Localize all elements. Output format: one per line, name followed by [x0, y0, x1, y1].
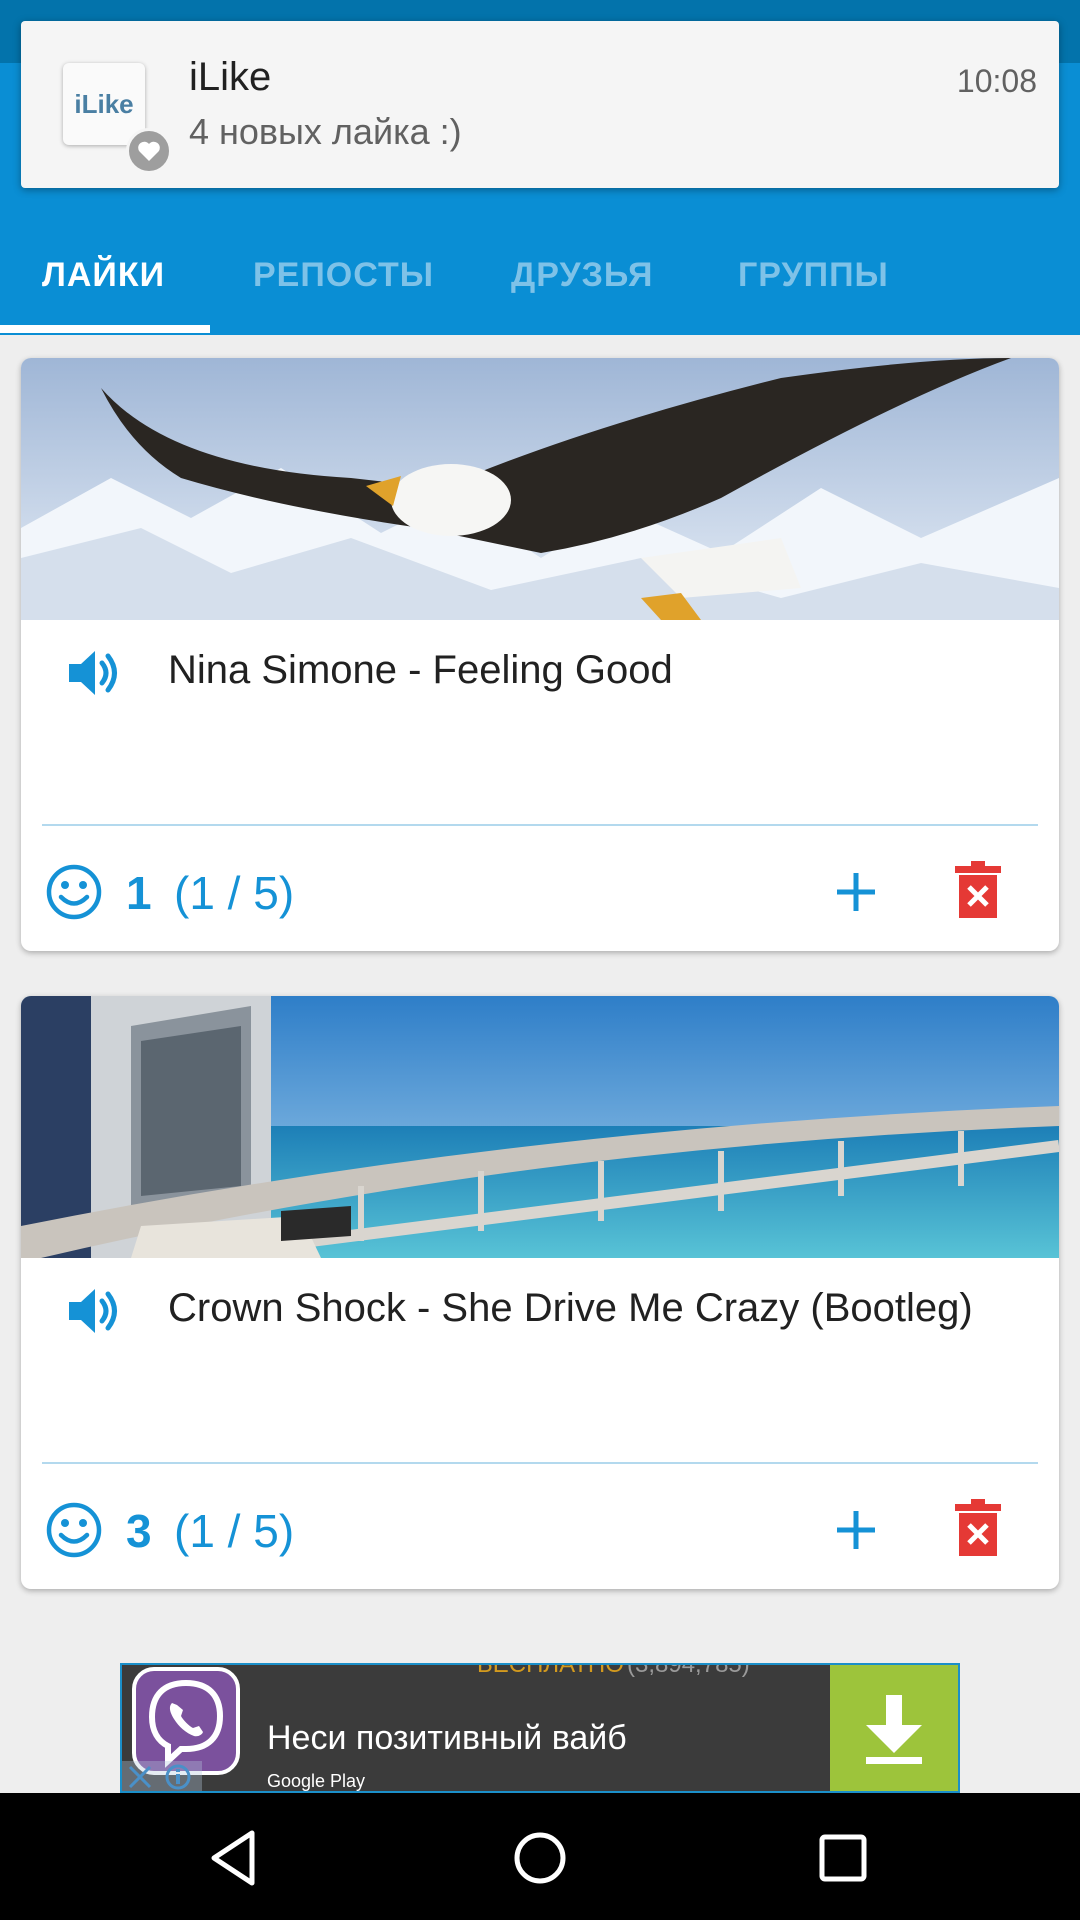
heart-icon [126, 128, 172, 174]
ad-partial-count: (3,894,785) [627, 1663, 750, 1678]
like-count: 3 [126, 1505, 152, 1557]
tab-groups[interactable]: ГРУППЫ [738, 225, 889, 335]
track-card: Nina Simone - Feeling Good 1 (1 / 5) [21, 358, 1059, 951]
delete-button[interactable] [953, 860, 1003, 920]
like-count: 1 [126, 867, 152, 919]
ad-banner[interactable]: БЕСПЛАТНО (3,894,785) Неси позитивный ва… [120, 1663, 960, 1793]
back-icon[interactable] [200, 1823, 270, 1893]
home-icon[interactable] [505, 1823, 575, 1893]
smile-icon [46, 864, 102, 920]
like-ratio: (1 / 5) [174, 867, 295, 919]
card-image-eagle [21, 358, 1059, 620]
recents-icon[interactable] [808, 1823, 878, 1893]
smile-icon [46, 1502, 102, 1558]
card-image-balcony [21, 996, 1059, 1258]
download-button[interactable] [830, 1665, 958, 1791]
delete-button[interactable] [953, 1498, 1003, 1558]
track-title: Nina Simone - Feeling Good [168, 648, 673, 692]
tab-reposts[interactable]: РЕПОСТЫ [253, 225, 434, 335]
like-ratio: (1 / 5) [174, 1505, 295, 1557]
tab-bar: ЛАЙКИ РЕПОСТЫ ДРУЗЬЯ ГРУППЫ [0, 225, 1080, 335]
card-footer: 3 (1 / 5) [21, 1464, 1059, 1589]
add-button[interactable] [826, 1500, 886, 1560]
tab-likes[interactable]: ЛАЙКИ [42, 225, 165, 335]
add-button[interactable] [826, 862, 886, 922]
ad-close-button[interactable] [122, 1761, 202, 1791]
track-row[interactable]: Nina Simone - Feeling Good [21, 620, 1059, 710]
track-title: Crown Shock - She Drive Me Crazy (Bootle… [168, 1286, 973, 1330]
ad-partial-label: БЕСПЛАТНО [477, 1663, 624, 1678]
tab-indicator [0, 325, 210, 333]
track-card: Crown Shock - She Drive Me Crazy (Bootle… [21, 996, 1059, 1589]
volume-icon[interactable] [67, 648, 123, 698]
ad-text: Неси позитивный вайб [267, 1719, 627, 1757]
notification[interactable]: iLike iLike 4 новых лайка :) 10:08 [21, 21, 1059, 188]
track-row[interactable]: Crown Shock - She Drive Me Crazy (Bootle… [21, 1258, 1059, 1348]
volume-icon[interactable] [67, 1286, 123, 1336]
ad-store-label: Google Play [267, 1771, 366, 1791]
card-footer: 1 (1 / 5) [21, 826, 1059, 951]
notification-title: iLike [189, 55, 272, 99]
system-nav-bar [0, 1793, 1080, 1920]
notification-time: 10:08 [956, 63, 1037, 99]
download-icon [866, 1695, 922, 1764]
viber-logo-icon [132, 1667, 240, 1775]
tab-friends[interactable]: ДРУЗЬЯ [511, 225, 653, 335]
app-icon: iLike [63, 63, 145, 145]
notification-message: 4 новых лайка :) [189, 111, 462, 152]
